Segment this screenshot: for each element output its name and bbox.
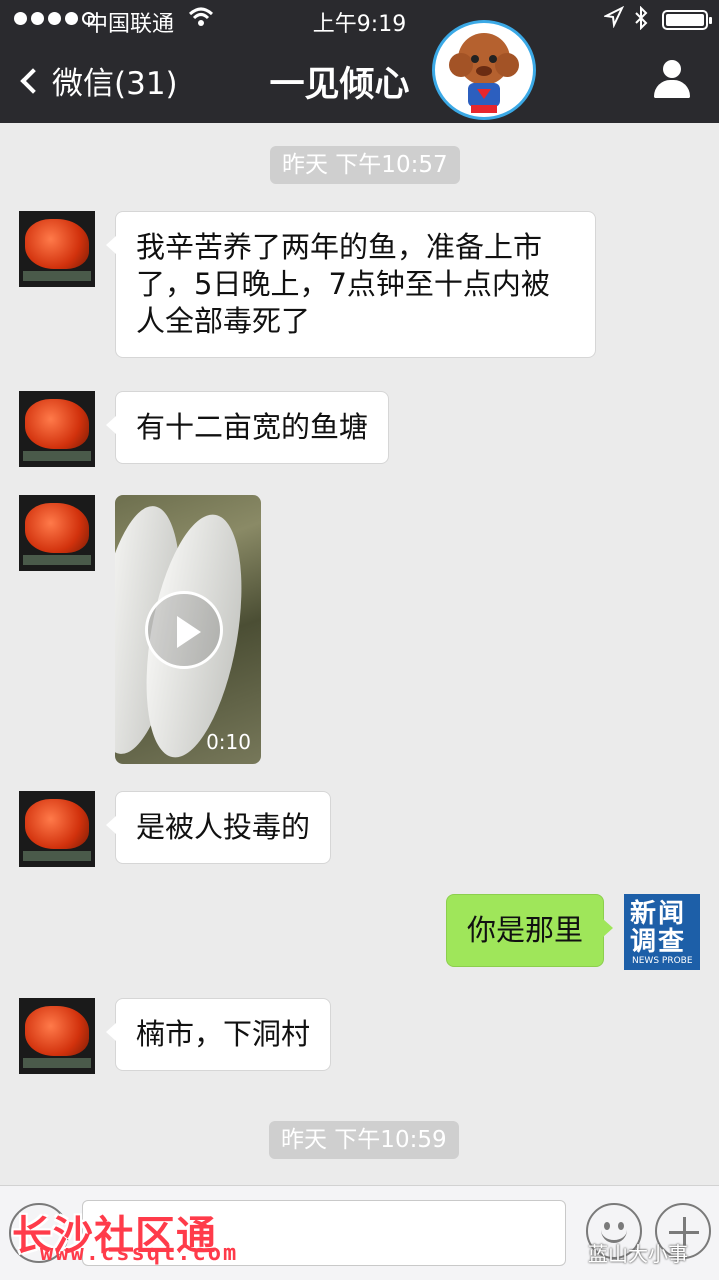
timestamp: 昨天 下午10:57 bbox=[270, 146, 460, 184]
message-bubble[interactable]: 楠市，下洞村 bbox=[105, 998, 332, 1071]
bluetooth-icon bbox=[633, 5, 649, 36]
contact-avatar[interactable] bbox=[19, 791, 95, 867]
timestamp: 昨天 下午10:59 bbox=[269, 1121, 459, 1159]
battery-icon bbox=[662, 10, 712, 30]
status-bar: 中国联通 上午9:19 bbox=[0, 0, 719, 40]
watermark-site-url: www.cssqt.com bbox=[40, 1241, 239, 1266]
self-avatar[interactable]: 新闻调查 NEWS PROBE bbox=[624, 894, 700, 970]
message-bubble[interactable]: 是被人投毒的 bbox=[105, 791, 332, 864]
watermark-account: 蓝山大小事 bbox=[588, 1242, 688, 1266]
top-bar: 中国联通 上午9:19 微信(31) 一见倾心 bbox=[0, 0, 719, 123]
contact-avatar[interactable] bbox=[19, 998, 95, 1074]
dog-sticker bbox=[432, 20, 536, 120]
contact-avatar[interactable] bbox=[19, 391, 95, 467]
message-bubble[interactable]: 有十二亩宽的鱼塘 bbox=[105, 391, 390, 464]
message-bubble[interactable]: 我辛苦养了两年的鱼，准备上市了，5日晚上，7点钟至十点内被人全部毒死了 bbox=[106, 211, 596, 358]
chat-title: 一见倾心 bbox=[269, 65, 410, 105]
video-duration: 0:10 bbox=[206, 730, 251, 754]
contact-avatar[interactable] bbox=[19, 211, 95, 287]
contact-profile-icon[interactable] bbox=[650, 60, 694, 100]
location-arrow-icon bbox=[602, 5, 625, 34]
video-message[interactable]: 0:10 bbox=[115, 495, 261, 764]
play-icon[interactable] bbox=[145, 591, 223, 669]
contact-avatar[interactable] bbox=[19, 495, 95, 571]
message-bubble-self[interactable]: 你是那里 bbox=[445, 894, 614, 967]
